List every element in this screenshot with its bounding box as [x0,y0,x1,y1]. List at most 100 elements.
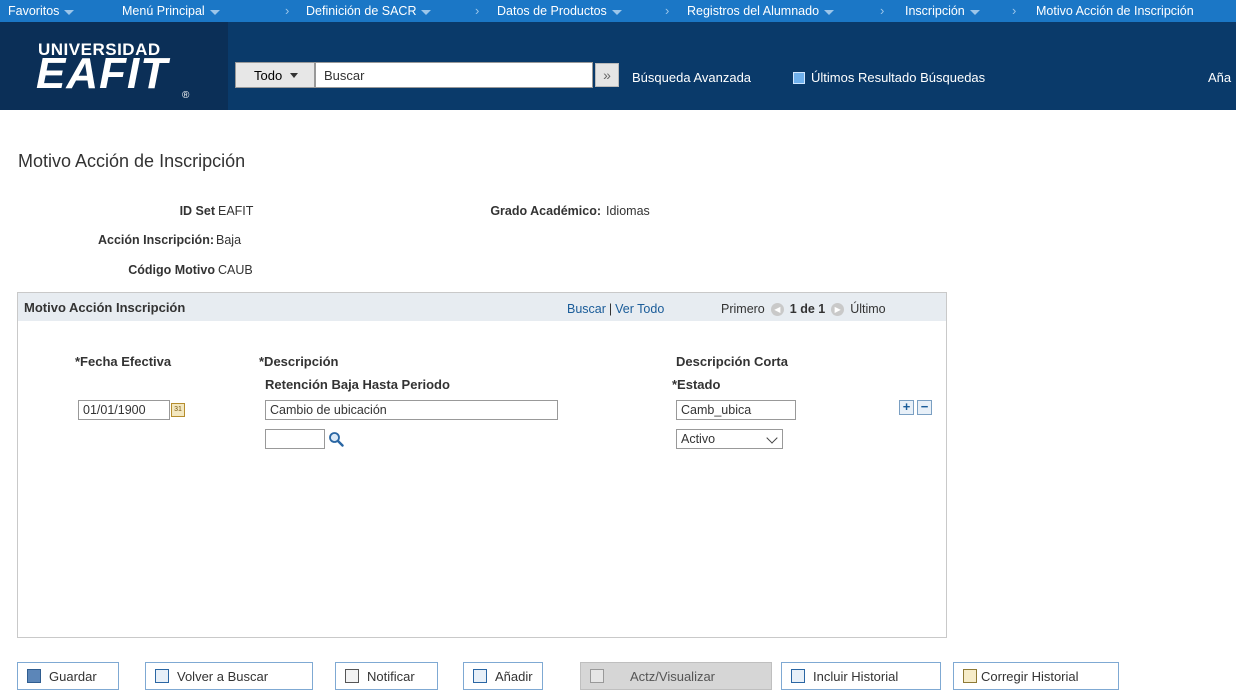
estado-select[interactable]: Activo [676,429,783,449]
estado-value: Activo [681,432,716,446]
grid-links: Buscar | Ver Todo [567,302,664,316]
accion-inscripcion-label: Acción Inscripción: [98,233,214,247]
nav-favoritos-label: Favoritos [8,4,60,18]
breadcrumb-label: Datos de Productos [497,4,607,18]
notify-label: Notificar [367,668,415,684]
update-display-icon [590,669,604,683]
col-retencion: Retención Baja Hasta Periodo [265,377,450,392]
col-estado: *Estado [672,377,721,392]
breadcrumb-label: Inscripción [905,4,965,18]
breadcrumb-definicion-sacr[interactable]: Definición de SACR [306,4,432,18]
chevron-down-icon [64,9,75,15]
logo-main-text: EAFIT [36,49,169,98]
notify-button[interactable]: Notificar [335,662,438,690]
nav-menu-principal[interactable]: Menú Principal [122,4,220,18]
double-chevron-right-icon: » [603,67,611,83]
retencion-input[interactable] [265,429,325,449]
include-history-icon [791,669,805,683]
breadcrumb-motivo-accion[interactable]: Motivo Acción de Inscripción [1036,4,1194,18]
next-arrow-icon[interactable]: ▶ [831,302,845,316]
grado-academico-label: Grado Académico: [490,204,601,218]
correct-history-label: Corregir Historial [981,668,1079,684]
descripcion-corta-input[interactable]: Camb_ubica [676,400,796,420]
search-results-icon [793,71,805,84]
chevron-down-icon [421,9,432,15]
breadcrumb-inscripcion[interactable]: Inscripción [905,4,980,18]
descripcion-value: Cambio de ubicación [270,403,387,417]
chevron-down-icon [209,9,220,15]
link-divider: | [608,302,613,316]
add-label: Añadir [495,668,533,684]
save-label: Guardar [49,668,97,684]
dropdown-arrow-icon [290,72,299,78]
breadcrumb-separator-icon: › [475,3,480,18]
breadcrumb-label: Definición de SACR [306,4,417,18]
add-link-truncated[interactable]: Aña [1208,70,1231,85]
top-nav-bar: Favoritos Menú Principal › Definición de… [0,0,1236,22]
update-display-label: Actz/Visualizar [630,668,716,684]
descripcion-input[interactable]: Cambio de ubicación [265,400,558,420]
save-button[interactable]: Guardar [17,662,119,690]
breadcrumb-separator-icon: › [880,3,885,18]
codigo-motivo-label: Código Motivo [128,263,215,277]
return-to-search-label: Volver a Buscar [177,668,269,684]
last-results-label: Últimos Resultado Búsquedas [811,70,986,85]
add-row-button[interactable]: + [899,400,914,415]
grado-academico-value: Idiomas [606,204,650,218]
include-history-label: Incluir Historial [813,668,899,684]
primero-label: Primero [721,302,765,316]
return-to-search-icon [155,669,169,683]
ver-todo-link[interactable]: Ver Todo [615,302,664,316]
col-fecha-efectiva: *Fecha Efectiva [75,354,172,369]
accion-inscripcion-value: Baja [216,233,242,247]
fecha-efectiva-value: 01/01/1900 [83,403,146,417]
last-results-link[interactable]: Últimos Resultado Búsquedas [793,70,985,85]
descripcion-corta-value: Camb_ubica [681,403,752,417]
logo-registered-mark: ® [182,90,190,101]
motivo-accion-grid: Motivo Acción Inscripción Buscar | Ver Tod… [17,292,947,638]
notify-icon [345,669,359,683]
id-set-label: ID Set [179,204,215,218]
grid-title: Motivo Acción Inscripción [24,300,186,315]
grid-header: Motivo Acción Inscripción Buscar | Ver Tod… [18,293,946,321]
lookup-search-icon[interactable] [328,431,344,447]
save-icon [27,669,41,683]
return-to-search-button[interactable]: Volver a Buscar [145,662,313,690]
search-category-select[interactable]: Todo [235,62,315,88]
ultimo-label: Último [850,302,886,316]
breadcrumb-separator-icon: › [1012,3,1017,18]
university-logo: UNIVERSIDAD EAFIT ® [0,22,228,110]
breadcrumb-registros-alumnado[interactable]: Registros del Alumnado [687,4,835,18]
fecha-efectiva-input[interactable]: 01/01/1900 [78,400,170,420]
add-button[interactable]: Añadir [463,662,543,690]
breadcrumb-label: Motivo Acción de Inscripción [1036,4,1194,18]
advanced-search-link[interactable]: Búsqueda Avanzada [632,70,751,85]
previous-arrow-icon[interactable]: ◀ [770,302,784,316]
page-title: Motivo Acción de Inscripción [18,151,246,171]
breadcrumb-label: Registros del Alumnado [687,4,820,18]
row-count: 1 de 1 [789,302,826,316]
nav-favoritos[interactable]: Favoritos [8,4,75,18]
codigo-motivo-value: CAUB [218,263,253,277]
calendar-icon[interactable]: 31 [171,403,185,417]
include-history-button[interactable]: Incluir Historial [781,662,941,690]
search-input-placeholder: Buscar [324,67,365,83]
add-icon [473,669,487,683]
search-input[interactable]: Buscar [315,62,593,88]
breadcrumb-separator-icon: › [665,3,670,18]
nav-menu-principal-label: Menú Principal [122,4,205,18]
correct-history-button[interactable]: Corregir Historial [953,662,1119,690]
update-display-button[interactable]: Actz/Visualizar [580,662,772,690]
breadcrumb-datos-productos[interactable]: Datos de Productos [497,4,622,18]
chevron-down-icon [766,432,778,444]
chevron-down-icon [611,9,622,15]
chevron-down-icon [969,9,980,15]
id-set-value: EAFIT [218,204,254,218]
col-descripcion-corta: Descripción Corta [676,354,788,369]
search-go-button[interactable]: » [595,63,619,87]
breadcrumb-separator-icon: › [285,3,290,18]
chevron-down-icon [824,9,835,15]
header-band: UNIVERSIDAD EAFIT ® Todo Buscar » Búsque… [0,22,1236,110]
delete-row-button[interactable]: − [917,400,932,415]
buscar-link[interactable]: Buscar [567,302,606,316]
